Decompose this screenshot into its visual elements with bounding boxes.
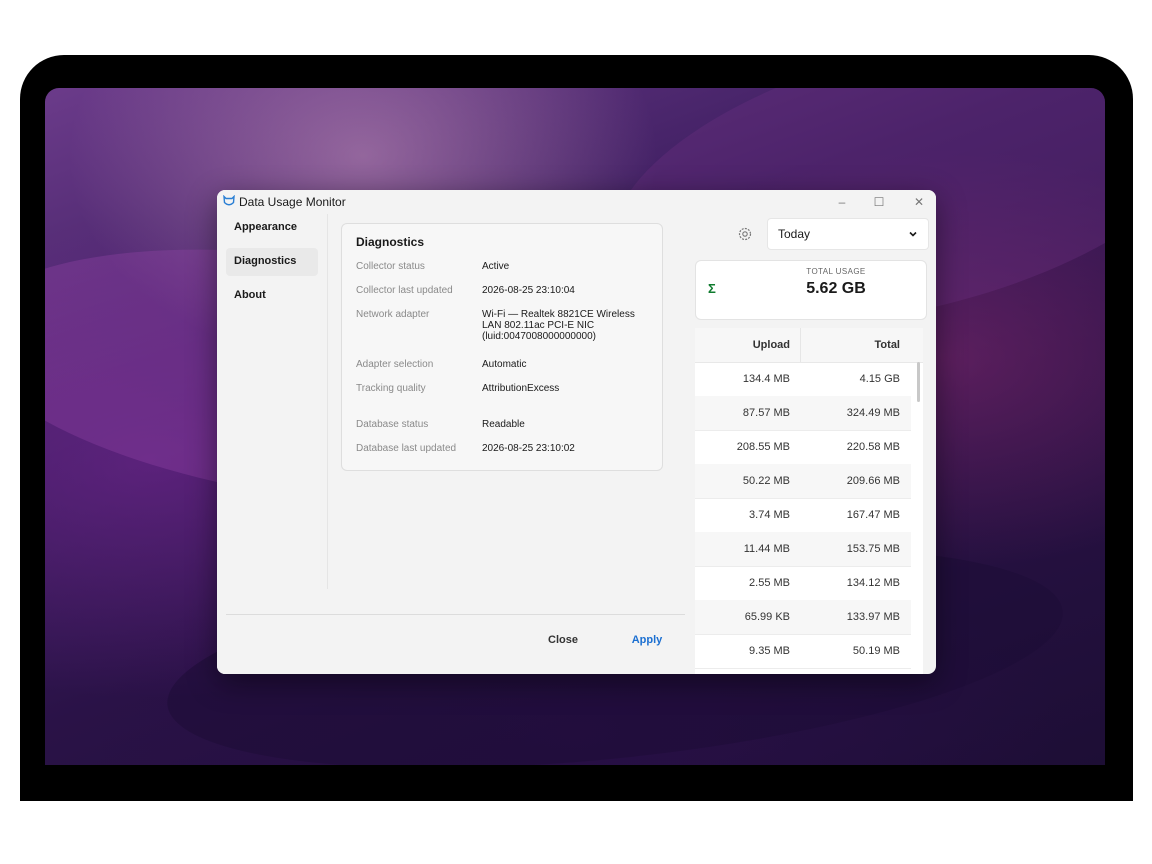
usage-table: Upload Total 134.4 MB 4.15 GB 87.57 MB 324.… — [695, 328, 923, 674]
window-title: Data Usage Monitor — [239, 195, 346, 209]
chevron-down-icon — [909, 231, 917, 237]
close-window-button[interactable]: ✕ — [907, 192, 931, 212]
field-label: Database status — [356, 419, 429, 430]
field-label: Network adapter — [356, 309, 430, 320]
cell-total: 324.49 MB — [846, 407, 900, 419]
cell-total: 4.15 GB — [859, 373, 900, 385]
cell-upload: 87.57 MB — [742, 407, 790, 419]
nav-item-label: About — [234, 289, 266, 301]
nav-divider — [327, 214, 328, 589]
sigma-icon: Σ — [708, 281, 716, 296]
nav-item-label: Diagnostics — [234, 255, 297, 267]
cell-total: 50.19 MB — [852, 645, 900, 657]
diagnostics-card: Diagnostics Collector status Active Coll… — [341, 223, 663, 471]
nav-item-label: Appearance — [234, 221, 297, 233]
table-row[interactable]: 208.55 MB 220.58 MB — [695, 430, 911, 465]
table-row[interactable]: 3.74 MB 167.47 MB — [695, 498, 911, 533]
cell-upload: 134.4 MB — [742, 373, 790, 385]
table-row[interactable]: 134.4 MB 4.15 GB — [695, 362, 911, 397]
title-bar[interactable]: Data Usage Monitor – ☐ ✕ — [217, 190, 936, 214]
table-row[interactable]: 65.99 KB 133.97 MB — [695, 600, 911, 635]
date-range-select[interactable]: Today — [767, 218, 929, 250]
app-logo-icon — [223, 195, 235, 206]
cell-total: 167.47 MB — [846, 509, 900, 521]
field-value: Automatic — [482, 359, 527, 370]
nav-item-diagnostics[interactable]: Diagnostics — [226, 248, 318, 276]
field-label: Adapter selection — [356, 359, 434, 370]
column-header-upload[interactable]: Upload — [735, 339, 790, 351]
field-value: Readable — [482, 419, 525, 430]
table-row[interactable]: 2.55 MB 134.12 MB — [695, 566, 911, 601]
cell-upload: 2.55 MB — [749, 577, 790, 589]
cell-upload: 208.55 MB — [736, 441, 790, 453]
total-usage-card: Σ TOTAL USAGE 5.62 GB — [695, 260, 927, 320]
cell-upload: 65.99 KB — [744, 611, 790, 623]
date-range-value: Today — [778, 227, 811, 241]
minimize-button[interactable]: – — [830, 192, 854, 212]
footer-divider — [226, 614, 685, 615]
table-row[interactable]: 50.22 MB 209.66 MB — [695, 464, 911, 499]
total-usage-label: TOTAL USAGE — [806, 267, 866, 276]
cell-total: 220.58 MB — [846, 441, 900, 453]
field-label: Collector status — [356, 261, 425, 272]
column-header-total[interactable]: Total — [835, 339, 900, 351]
field-label: Collector last updated — [356, 285, 453, 296]
cell-upload: 9.35 MB — [749, 645, 790, 657]
diagnostics-title: Diagnostics — [356, 235, 425, 249]
gear-icon[interactable] — [737, 226, 753, 242]
field-label: Database last updated — [356, 443, 457, 454]
field-value: 2026-08-25 23:10:02 — [482, 443, 575, 454]
cell-total: 133.97 MB — [846, 611, 900, 623]
maximize-button[interactable]: ☐ — [867, 192, 891, 212]
cell-total: 134.12 MB — [846, 577, 900, 589]
apply-button[interactable]: Apply — [622, 634, 672, 646]
cell-upload: 11.44 MB — [743, 543, 790, 555]
field-label: Tracking quality — [356, 383, 426, 394]
table-header: Upload Total — [695, 328, 923, 363]
close-button[interactable]: Close — [537, 634, 589, 646]
cell-upload: 3.74 MB — [749, 509, 790, 521]
table-row[interactable]: 87.57 MB 324.49 MB — [695, 396, 911, 431]
table-scrollbar[interactable] — [917, 362, 920, 402]
field-value: AttributionExcess — [482, 383, 560, 394]
table-row[interactable]: 9.35 MB 50.19 MB — [695, 634, 911, 669]
cell-upload: 50.22 MB — [742, 475, 790, 487]
field-value: 2026-08-25 23:10:04 — [482, 285, 575, 296]
total-usage-value: 5.62 GB — [806, 280, 866, 297]
settings-panel: Appearance Diagnostics About Diagnostics… — [217, 214, 694, 674]
cell-total: 153.75 MB — [846, 543, 900, 555]
field-value: Wi-Fi — Realtek 8821CE Wireless LAN 802.… — [482, 309, 635, 342]
table-row[interactable]: 11.44 MB 153.75 MB — [695, 532, 911, 567]
app-window: Data Usage Monitor – ☐ ✕ Today Σ TOTAL U… — [217, 190, 936, 674]
nav-item-appearance[interactable]: Appearance — [226, 214, 318, 242]
nav-item-about[interactable]: About — [226, 282, 318, 310]
cell-total: 209.66 MB — [846, 475, 900, 487]
field-value: Active — [482, 261, 510, 272]
